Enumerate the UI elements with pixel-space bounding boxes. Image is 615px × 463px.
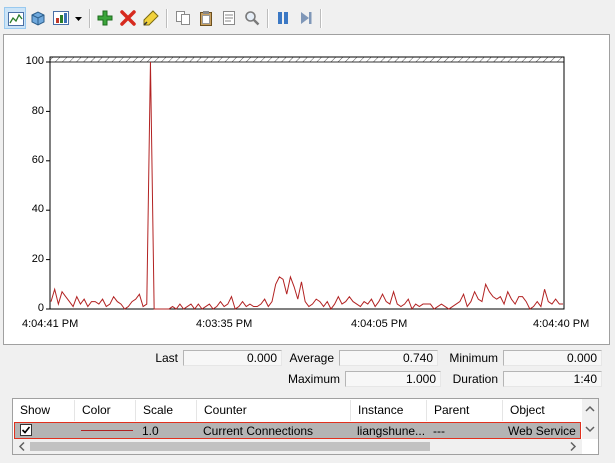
y-tick-label: 100 bbox=[25, 55, 44, 67]
last-label: Last bbox=[155, 351, 178, 365]
checkmark-icon bbox=[21, 426, 31, 434]
delete-counter-button[interactable] bbox=[117, 7, 139, 29]
copy-properties-icon bbox=[176, 11, 190, 25]
upper-limit-band bbox=[49, 56, 565, 63]
horizontal-scrollbar[interactable] bbox=[13, 439, 582, 454]
column-header-counter[interactable]: Counter bbox=[197, 400, 351, 421]
column-header-show[interactable]: Show bbox=[13, 400, 75, 421]
properties-icon bbox=[223, 11, 235, 25]
change-view-icon bbox=[53, 11, 69, 25]
minimum-value: 0.000 bbox=[503, 350, 602, 366]
color-swatch bbox=[81, 430, 133, 431]
change-view-button[interactable] bbox=[50, 7, 72, 29]
add-counter-icon bbox=[97, 10, 113, 26]
scroll-left-icon[interactable] bbox=[16, 439, 28, 454]
copy-properties-button[interactable] bbox=[172, 7, 194, 29]
change-graph-type-icon bbox=[8, 12, 24, 26]
scale-cell: 1.0 bbox=[142, 424, 159, 438]
dropdown-icon bbox=[75, 17, 82, 21]
delete-counter-icon bbox=[120, 10, 136, 26]
object-cell: Web Service bbox=[508, 424, 576, 438]
instance-cell: liangshune... bbox=[357, 424, 426, 438]
scroll-right-icon[interactable] bbox=[567, 439, 579, 454]
last-value: 0.000 bbox=[183, 350, 282, 366]
maximum-label: Maximum bbox=[287, 372, 340, 386]
zoom-icon bbox=[245, 11, 260, 26]
plot-area bbox=[49, 56, 565, 310]
view-current-activity-icon bbox=[31, 11, 45, 26]
show-checkbox[interactable] bbox=[20, 424, 32, 436]
counter-cell: Current Connections bbox=[203, 424, 314, 438]
zoom-button[interactable] bbox=[241, 7, 263, 29]
column-header-instance[interactable]: Instance bbox=[351, 400, 427, 421]
column-header-color[interactable]: Color bbox=[75, 400, 136, 421]
parent-cell: --- bbox=[433, 424, 445, 438]
maximum-value: 1.000 bbox=[345, 371, 441, 387]
x-tick-label: 4:04:05 PM bbox=[351, 318, 408, 330]
x-tick-label: 4:04:41 PM bbox=[22, 318, 79, 330]
y-tick-label: 40 bbox=[31, 203, 44, 215]
average-label: Average bbox=[289, 351, 334, 365]
duration-value: 1:40 bbox=[503, 371, 602, 387]
line-chart bbox=[46, 56, 565, 311]
vertical-scrollbar[interactable] bbox=[582, 399, 598, 439]
freeze-display-icon bbox=[278, 12, 288, 24]
performance-graph: 100 80 60 40 20 0 4:04:41 PM 4:03:35 PM … bbox=[3, 34, 610, 345]
scroll-up-icon[interactable] bbox=[582, 403, 598, 415]
average-value: 0.740 bbox=[339, 350, 438, 366]
duration-label: Duration bbox=[452, 372, 498, 386]
paste-counter-list-button[interactable] bbox=[195, 7, 217, 29]
highlight-button[interactable] bbox=[140, 7, 162, 29]
change-graph-type-button[interactable] bbox=[4, 7, 26, 29]
freeze-display-button[interactable] bbox=[272, 7, 294, 29]
column-header-parent[interactable]: Parent bbox=[427, 400, 503, 421]
y-tick-label: 0 bbox=[37, 302, 44, 314]
add-counter-button[interactable] bbox=[94, 7, 116, 29]
minimum-label: Minimum bbox=[449, 351, 498, 365]
y-tick-label: 60 bbox=[31, 154, 44, 166]
view-current-activity-button[interactable] bbox=[27, 7, 49, 29]
highlight-icon bbox=[143, 10, 159, 26]
change-view-dropdown[interactable] bbox=[72, 7, 86, 29]
paste-counter-list-icon bbox=[200, 11, 212, 26]
update-data-icon bbox=[301, 12, 312, 24]
x-tick-label: 4:03:35 PM bbox=[196, 318, 253, 330]
toolbar bbox=[0, 0, 613, 34]
y-tick-label: 20 bbox=[31, 253, 44, 265]
y-tick-label: 80 bbox=[31, 105, 44, 117]
column-header-scale[interactable]: Scale bbox=[136, 400, 197, 421]
horizontal-scroll-thumb[interactable] bbox=[30, 442, 430, 451]
counter-list: Show Color Scale Counter Instance Parent… bbox=[12, 398, 599, 455]
scroll-down-icon[interactable] bbox=[582, 423, 598, 435]
properties-button[interactable] bbox=[218, 7, 240, 29]
column-header-object[interactable]: Object bbox=[503, 400, 579, 421]
update-data-button[interactable] bbox=[295, 7, 317, 29]
x-tick-label: 4:04:40 PM bbox=[533, 318, 590, 330]
